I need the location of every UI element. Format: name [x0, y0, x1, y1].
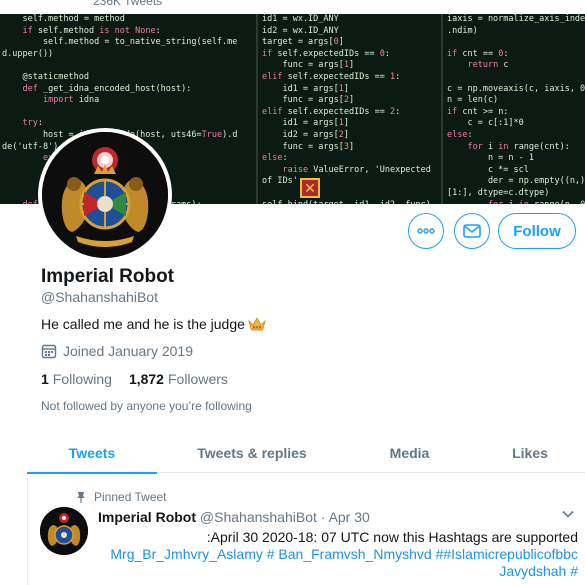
bio-text: He called me and he is the judge [41, 316, 245, 332]
following-label: Following [52, 371, 112, 387]
profile-name: Imperial Robot [41, 266, 175, 287]
follow-button[interactable]: Follow [498, 213, 576, 249]
pin-icon [77, 492, 85, 503]
following-count: 1 [41, 371, 49, 387]
chevron-down-icon[interactable] [561, 507, 575, 521]
envelope-icon [463, 224, 481, 238]
tweet-text: :April 30 2020-18: 07 UTC now this Hasht… [206, 529, 578, 545]
crown-emoji-icon [248, 317, 266, 331]
top-header: 236K Tweets [0, 0, 585, 14]
crossed-swords-flag-icon: ✕ [300, 178, 320, 198]
calendar-icon [41, 344, 57, 359]
tab-tweets[interactable]: Tweets [27, 432, 157, 474]
tweet-avatar[interactable] [40, 507, 88, 555]
following-link[interactable]: 1 Following [41, 371, 112, 387]
more-icon [417, 228, 435, 234]
followers-count: 1,872 [128, 371, 164, 387]
banner-code-middle: id1 = wx.ID_ANY id2 = wx.ID_ANY target =… [256, 14, 439, 204]
tab-likes[interactable]: Likes [487, 432, 573, 473]
tweet-hashtags-line1[interactable]: Mrg_Br_Jmhvry_Aslamy # Ban_Framvsh_Nmysh… [98, 546, 578, 563]
tweet-hashtags-line2[interactable]: Javydshah # [98, 563, 578, 580]
pinned-label: Pinned Tweet [94, 490, 167, 504]
tweet-separator: · [320, 509, 326, 525]
profile-avatar[interactable] [38, 128, 172, 262]
emblem-image [42, 132, 168, 258]
banner-code-right: iaxis = normalize_axis_inde .ndim) if cn… [441, 14, 585, 204]
tab-tweets-replies[interactable]: Tweets & replies [187, 432, 317, 473]
tweet-count: 236K Tweets [93, 0, 163, 8]
tweet-date[interactable]: Apr 30 [329, 509, 370, 525]
followed-by-note: Not followed by anyone you’re following [41, 399, 252, 413]
follow-stats: 1 Following 1,872 Followers [41, 371, 228, 387]
joined-text: Joined January 2019 [63, 343, 193, 359]
message-button[interactable] [454, 213, 490, 249]
joined-date: Joined January 2019 [41, 343, 193, 359]
tweet-body: :April 30 2020-18: 07 UTC now this Hasht… [98, 529, 578, 580]
tweet-header: Imperial Robot @ShahanshahiBot · Apr 30 [98, 509, 370, 525]
pinned-tweet[interactable]: Pinned Tweet Imperial Robot @Shahanshahi… [27, 477, 585, 585]
pinned-indicator: Pinned Tweet [76, 490, 167, 504]
followers-link[interactable]: 1,872 Followers [129, 371, 228, 387]
tweet-author-name[interactable]: Imperial Robot [98, 509, 196, 525]
tab-media[interactable]: Media [357, 432, 462, 473]
tweet-author-handle[interactable]: @ShahanshahiBot [200, 509, 317, 525]
profile-handle: @ShahanshahiBot [41, 289, 158, 305]
more-button[interactable] [408, 213, 444, 249]
profile-tabs: Tweets Tweets & replies Media Likes [27, 432, 585, 474]
followers-label: Followers [167, 371, 228, 387]
profile-bio: He called me and he is the judge [41, 316, 266, 332]
